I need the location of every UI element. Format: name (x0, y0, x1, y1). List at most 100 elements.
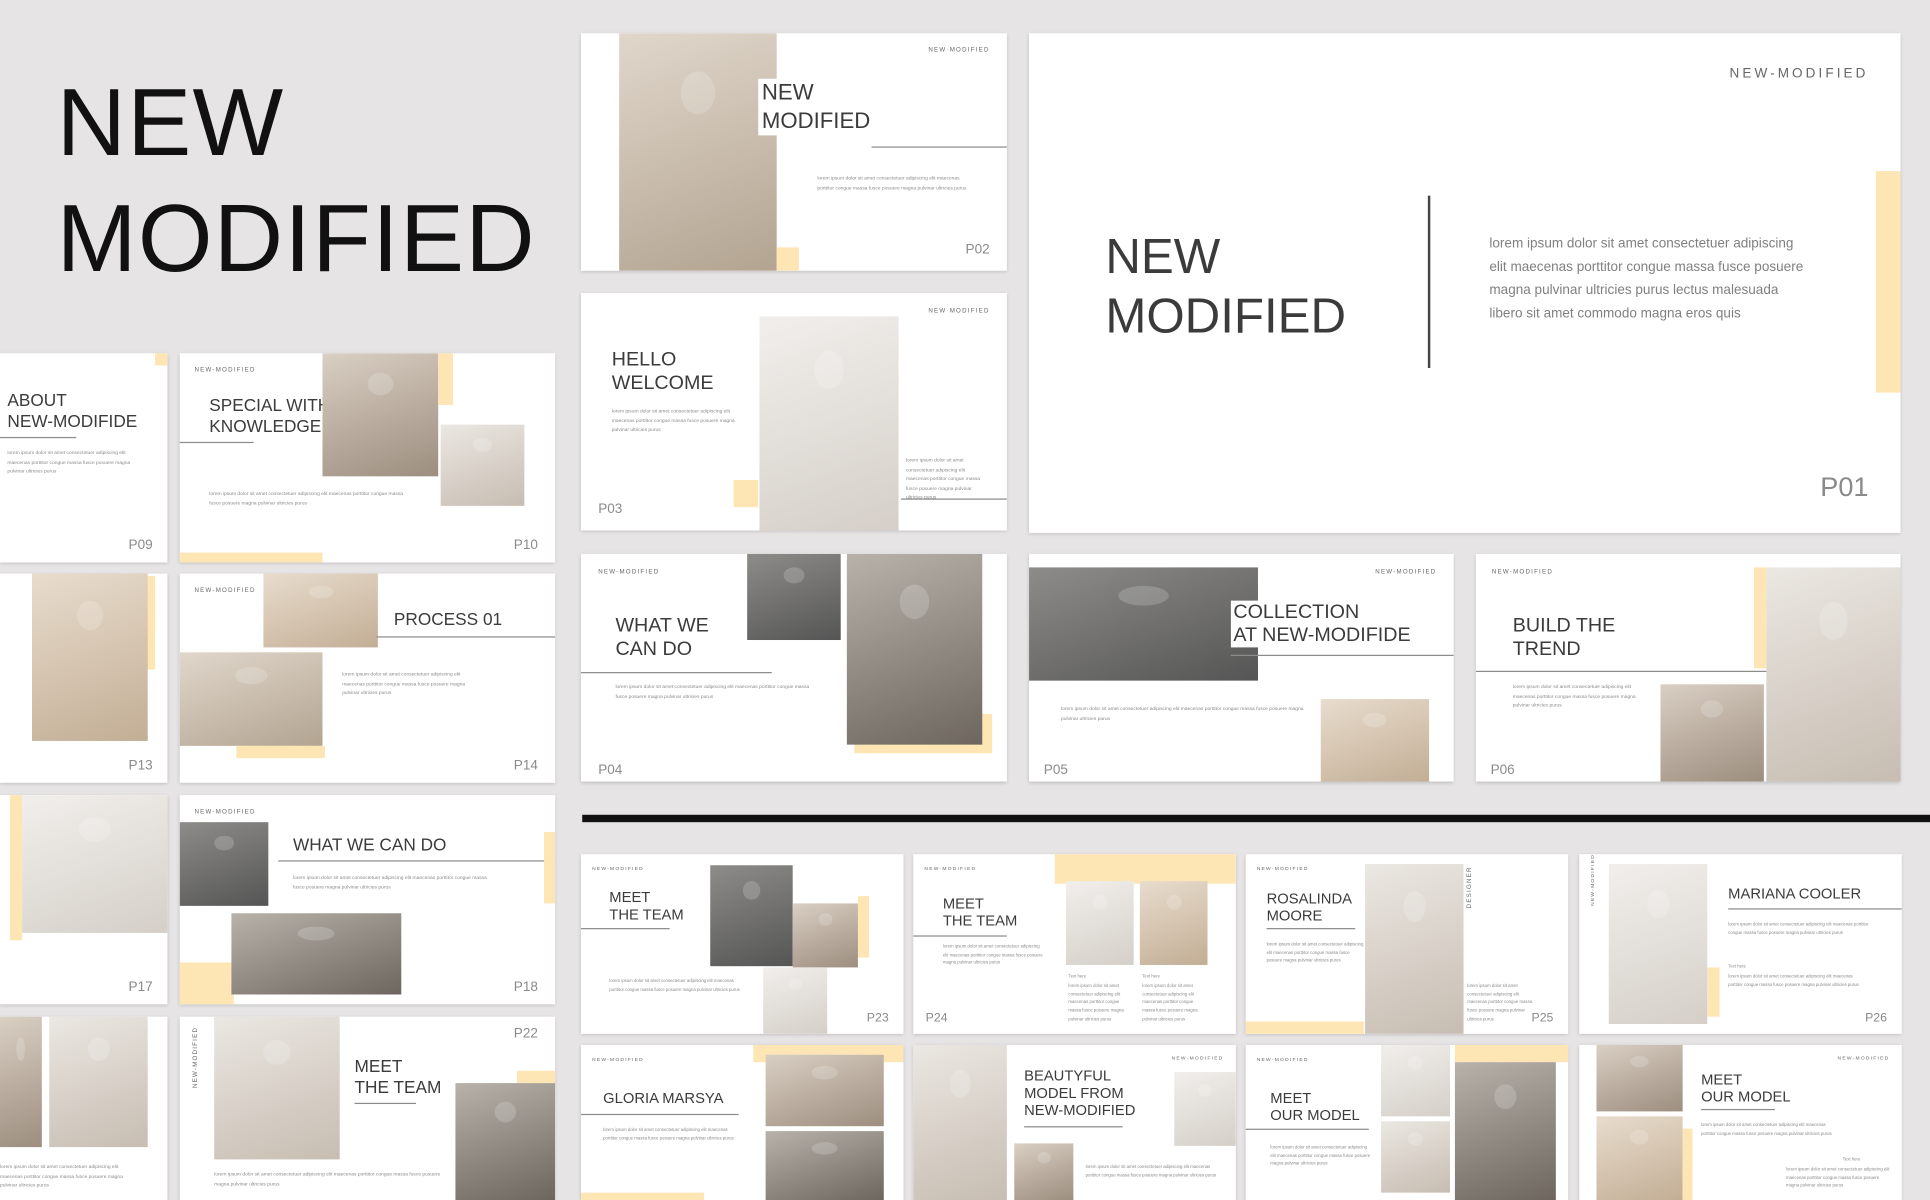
slide-p06[interactable]: NEW-MODIFIED BUILD THE TREND lorem ipsum … (1475, 553, 1901, 782)
divider-line (901, 498, 1007, 500)
photo (1596, 1116, 1683, 1200)
photo (32, 573, 148, 741)
caption-title-2: Text here (1142, 973, 1161, 979)
slide-title: WHAT WE CAN DO (292, 834, 447, 855)
slide-body: lorem ipsum dolor sit amet consectetuer … (611, 407, 735, 433)
slide-title: NEW MODIFIED (1105, 230, 1347, 344)
accent-block (544, 832, 556, 904)
page-number: P10 (513, 537, 538, 553)
slide-p05[interactable]: NEW-MODIFIED COLLECTION AT NEW-MODIFIDE l… (1029, 553, 1454, 782)
slide-p13[interactable]: P13 (0, 573, 168, 783)
photo (1608, 864, 1708, 1025)
accent-block (236, 745, 325, 759)
slide-p01[interactable]: NEW-MODIFIED NEW MODIFIED lorem ipsum dol… (1029, 33, 1901, 533)
photo (763, 967, 828, 1034)
accent-block (1875, 171, 1901, 393)
slide-p28[interactable]: BEAUTYFUL MODEL FROM NEW-MODIFIED NEW-MODI… (913, 1044, 1236, 1200)
slide-brand: NEW-MODIFIED (1256, 865, 1309, 872)
hero-title-line2: MODIFIED (56, 183, 536, 292)
slide-p29[interactable]: NEW-MODIFIED MEET OUR MODEL lorem ipsum d… (1245, 1044, 1569, 1200)
slide-title: MEET THE TEAM (942, 894, 1018, 930)
slide-body: lorem ipsum dolor sit amet consectetuer … (209, 489, 404, 506)
photo (49, 1016, 148, 1148)
page-number: P02 (965, 242, 990, 258)
photo (765, 1054, 884, 1127)
divider-line (913, 935, 1007, 937)
slide-p14[interactable]: NEW-MODIFIED PROCESS 01 lorem ipsum dolo… (179, 573, 556, 783)
accent-block (1054, 854, 1236, 884)
hero-title: NEW MODIFIED (57, 64, 536, 295)
slide-p02[interactable]: NEW·MODIFIED NEW MODIFIED lorem ipsum dol… (580, 33, 1007, 271)
slide-p27[interactable]: NEW-MODIFIED GLORIA MARSYA lorem ipsum d… (580, 1044, 904, 1200)
accent-block (179, 552, 323, 563)
photo (214, 1016, 340, 1160)
photo (765, 1131, 884, 1200)
divider-line (1728, 908, 1902, 910)
slide-p18[interactable]: NEW-MODIFIED WHAT WE CAN DO lorem ipsum … (179, 795, 556, 1005)
section-divider (582, 814, 1930, 823)
slide-body: lorem ipsum dolor sit amet consectetuer … (1270, 1144, 1371, 1166)
slide-body: lorem ipsum dolor sit amet consectetuer … (615, 683, 810, 699)
slide-title: WHAT WE CAN DO (615, 615, 709, 660)
slide-body-side: lorem ipsum dolor sit amet consectetuer … (1467, 983, 1533, 1022)
slide-body-side: lorem ipsum dolor sit amet consectetuer … (905, 456, 981, 501)
divider-line (580, 1113, 739, 1116)
photo (179, 822, 269, 906)
slide-body: lorem ipsum dolor sit amet consectetuer … (609, 978, 740, 992)
slide-brand: NEW·MODIFIED (928, 46, 990, 55)
slide-title: BEAUTYFUL MODEL FROM NEW-MODIFIED (1024, 1067, 1136, 1119)
slide-body: lorem ipsum dolor sit amet consectetuer … (1512, 683, 1636, 708)
slide-p21[interactable]: lorem ipsum dolor sit amet consectetuer … (0, 1016, 168, 1200)
accent-block (1754, 567, 1767, 669)
divider-line (179, 441, 254, 444)
slide-brand: NEW·MODIFIED (928, 307, 990, 316)
slide-p09[interactable]: ABOUT NEW-MODIFIDE lorem ipsum dolor sit … (0, 353, 168, 563)
slide-body: lorem ipsum dolor sit amet consectetuer … (1701, 1122, 1832, 1136)
photo (22, 795, 168, 933)
slide-title: MEET OUR MODEL (1270, 1089, 1360, 1124)
page-number: P22 (513, 1026, 538, 1042)
slide-brand: NEW-MODIFIED (592, 1056, 644, 1063)
slide-p30[interactable]: NEW-MODIFIED MEET OUR MODEL lorem ipsum d… (1579, 1044, 1902, 1200)
photo (1365, 864, 1464, 1034)
accent-block (1682, 1128, 1693, 1200)
slide-p25[interactable]: NEW-MODIFIED ROSALINDA MOORE lorem ipsum … (1245, 854, 1569, 1034)
divider-line (1701, 1108, 1775, 1111)
designer-label: DESIGNER (1466, 866, 1474, 909)
slide-title: ABOUT NEW-MODIFIDE (7, 390, 138, 431)
page-number: P09 (128, 537, 153, 553)
divider-line (1475, 670, 1769, 673)
slide-brand: NEW-MODIFIED (924, 865, 977, 872)
slide-title: MEET THE TEAM (609, 888, 684, 924)
slide-p26[interactable]: NEW-MODIFIED MARIANA COOLER lorem ipsum … (1579, 854, 1902, 1034)
accent-block (1245, 1021, 1364, 1034)
slide-brand: NEW-MODIFIED (192, 1026, 200, 1089)
slide-p03[interactable]: NEW·MODIFIED HELLO WELCOME lorem ipsum do… (580, 292, 1007, 531)
photo (747, 553, 841, 641)
accent-block (9, 795, 23, 941)
caption-body-1: lorem ipsum dolor sit amet consectetuer … (1068, 983, 1124, 1022)
slide-title: MARIANA COOLER (1728, 884, 1862, 903)
slide-p10[interactable]: NEW-MODIFIED SPECIAL WITH KNOWLEDGE lorem… (179, 353, 556, 563)
slide-p24[interactable]: NEW-MODIFIED MEET THE TEAM lorem ipsum do… (913, 854, 1236, 1034)
photo (1139, 881, 1208, 965)
photo (1174, 1072, 1236, 1146)
slide-body: lorem ipsum dolor sit amet consectetuer … (1728, 921, 1869, 935)
slide-title: MEET THE TEAM (354, 1056, 442, 1097)
slide-brand: NEW-MODIFIED (194, 587, 256, 595)
accent-block (155, 353, 168, 366)
slide-p17[interactable]: P17 (0, 795, 168, 1005)
slide-body: lorem ipsum dolor sit amet consectetuer … (1266, 941, 1364, 963)
slide-title: GLORIA MARSYA (603, 1089, 724, 1107)
slide-p22[interactable]: NEW-MODIFIED MEET THE TEAM lorem ipsum do… (179, 1016, 556, 1200)
accent-block (1707, 967, 1720, 1017)
slide-title: ROSALINDA MOORE (1266, 889, 1352, 925)
photo (619, 33, 777, 271)
slide-body: lorem ipsum dolor sit amet consectetuer … (342, 670, 466, 696)
hero-title-line1: NEW (56, 67, 285, 177)
photo (1766, 567, 1901, 782)
photo (231, 913, 402, 995)
slide-body: lorem ipsum dolor sit amet consectetuer … (603, 1127, 734, 1141)
slide-p23[interactable]: NEW-MODIFIED MEET THE TEAM lorem ipsum do… (580, 854, 904, 1034)
slide-p04[interactable]: NEW-MODIFIED WHAT WE CAN DO lorem ipsum d… (580, 553, 1007, 782)
